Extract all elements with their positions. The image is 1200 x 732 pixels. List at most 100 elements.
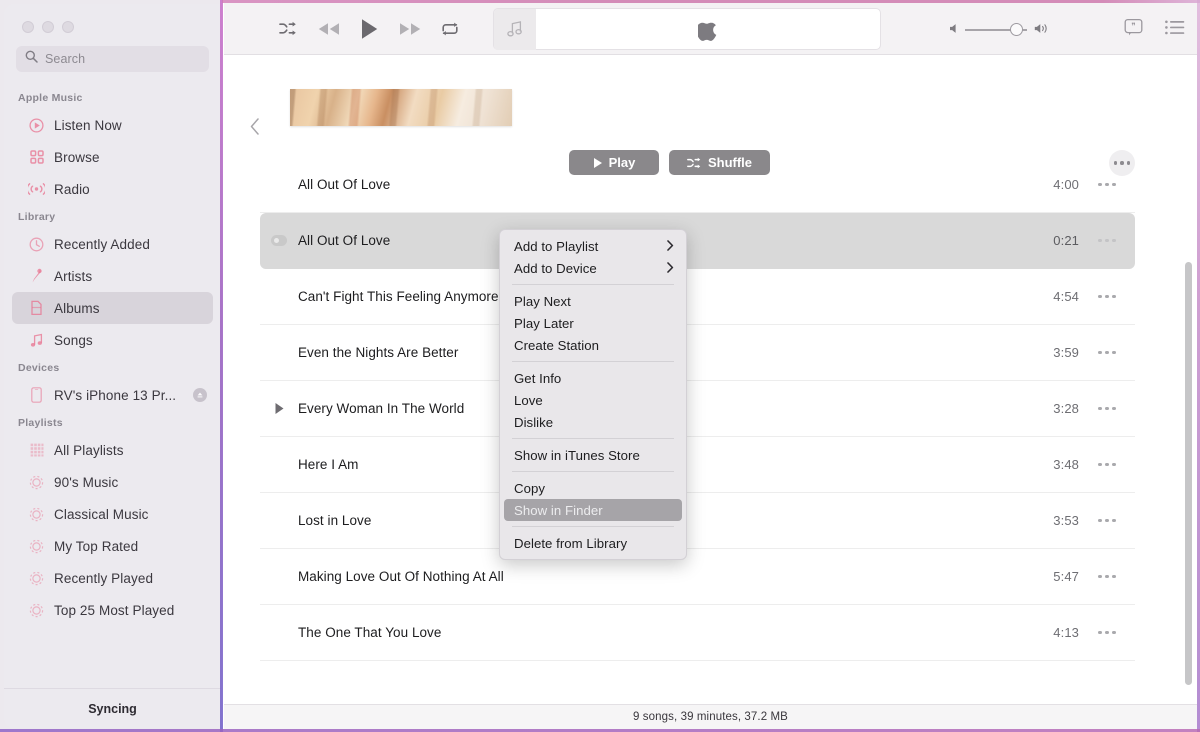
sidebar-item-artists[interactable]: Artists	[12, 260, 213, 292]
microphone-icon	[28, 268, 45, 285]
volume-slider[interactable]	[949, 21, 1049, 39]
menu-item-copy[interactable]: Copy	[500, 477, 686, 499]
menu-item-label: Play Later	[514, 315, 574, 331]
menu-item-love[interactable]: Love	[500, 389, 686, 411]
sidebar-scroll-area: Apple Music Listen Now Browse Radio Library R…	[4, 72, 221, 688]
sidebar-item-label: Classical Music	[54, 506, 149, 522]
sidebar-item-top-25-most-played[interactable]: Top 25 Most Played	[12, 594, 213, 626]
close-button[interactable]	[22, 21, 34, 33]
window-accent-top	[222, 0, 1200, 3]
sidebar-item-recently-played[interactable]: Recently Played	[12, 562, 213, 594]
lyrics-icon[interactable]: ❞	[1124, 18, 1143, 37]
window-accent-left	[220, 0, 223, 732]
menu-item-create-station[interactable]: Create Station	[500, 334, 686, 356]
menu-item-label: Show in iTunes Store	[514, 447, 640, 463]
sidebar-item-label: Listen Now	[54, 117, 122, 133]
menu-item-label: Show in Finder	[514, 502, 603, 518]
volume-knob[interactable]	[1010, 23, 1023, 36]
toolbar-right-icons: ❞	[1124, 18, 1185, 37]
search-input[interactable]: Search	[16, 46, 209, 72]
menu-item-add-to-device[interactable]: Add to Device	[500, 257, 686, 279]
track-more-options-icon[interactable]	[1079, 462, 1135, 467]
sidebar-item-label: Radio	[54, 181, 90, 197]
sidebar-item-radio[interactable]: Radio	[12, 173, 213, 205]
sidebar-item-classical-music[interactable]: Classical Music	[12, 498, 213, 530]
minimize-button[interactable]	[42, 21, 54, 33]
track-more-options-icon[interactable]	[1079, 574, 1135, 579]
track-row[interactable]: All Out Of Love 0:21	[260, 213, 1135, 269]
now-playing-display[interactable]	[493, 8, 881, 50]
menu-item-play-next[interactable]: Play Next	[500, 290, 686, 312]
sidebar-item-recently-added[interactable]: Recently Added	[12, 228, 213, 260]
sidebar-item-songs[interactable]: Songs	[12, 324, 213, 356]
menu-item-show-in-itunes-store[interactable]: Show in iTunes Store	[500, 444, 686, 466]
track-more-options-icon[interactable]	[1079, 630, 1135, 635]
menu-item-play-later[interactable]: Play Later	[500, 312, 686, 334]
play-icon[interactable]	[360, 18, 379, 40]
menu-item-label: Love	[514, 392, 543, 408]
track-row[interactable]: Making Love Out Of Nothing At All 5:47	[260, 549, 1135, 605]
track-row[interactable]: Here I Am 3:48	[260, 437, 1135, 493]
sidebar-item-all-playlists[interactable]: All Playlists	[12, 434, 213, 466]
sidebar: Search Apple Music Listen Now Browse Radio L…	[4, 4, 221, 728]
repeat-icon[interactable]	[441, 21, 459, 37]
sidebar-item-listen-now[interactable]: Listen Now	[12, 109, 213, 141]
vertical-scrollbar[interactable]	[1185, 262, 1192, 685]
menu-item-show-in-finder[interactable]: Show in Finder	[504, 499, 682, 521]
sidebar-item-label: Albums	[54, 300, 100, 316]
menu-item-label: Delete from Library	[514, 535, 628, 551]
eject-icon[interactable]	[193, 388, 207, 402]
track-row[interactable]: All Out Of Love 4:00	[260, 157, 1135, 213]
sidebar-item-my-top-rated[interactable]: My Top Rated	[12, 530, 213, 562]
smart-playlist-icon	[28, 474, 45, 491]
menu-item-add-to-playlist[interactable]: Add to Playlist	[500, 235, 686, 257]
sidebar-item-albums[interactable]: Albums	[12, 292, 213, 324]
menu-separator	[512, 526, 674, 527]
track-row[interactable]: Every Woman In The World 3:28	[260, 381, 1135, 437]
speaker-low-icon	[949, 21, 958, 39]
grid-icon	[28, 149, 45, 166]
track-row[interactable]: Lost in Love 3:53	[260, 493, 1135, 549]
track-name: The One That You Love	[298, 625, 442, 640]
menu-item-label: Play Next	[514, 293, 571, 309]
track-more-options-icon[interactable]	[1079, 406, 1135, 411]
sidebar-item-rv-s-iphone-13-pr[interactable]: RV's iPhone 13 Pr...	[12, 379, 213, 411]
fast-forward-icon[interactable]	[398, 21, 422, 37]
menu-item-dislike[interactable]: Dislike	[500, 411, 686, 433]
shuffle-icon[interactable]	[279, 21, 298, 36]
menu-item-label: Add to Playlist	[514, 238, 599, 254]
album-detail-view: Play Shuffle All Out Of Love 4:00 All Out …	[224, 56, 1197, 704]
track-more-options-icon[interactable]	[1079, 238, 1135, 243]
zoom-button[interactable]	[62, 21, 74, 33]
sidebar-item-label: Recently Played	[54, 570, 154, 586]
status-bar-text: 9 songs, 39 minutes, 37.2 MB	[633, 711, 788, 723]
track-duration: 0:21	[1053, 233, 1079, 248]
sidebar-item-label: All Playlists	[54, 442, 124, 458]
smart-playlist-icon	[28, 570, 45, 587]
track-more-options-icon[interactable]	[1079, 182, 1135, 187]
now-playing-indicator-icon	[260, 402, 298, 415]
sidebar-item-label: Artists	[54, 268, 93, 284]
sidebar-item-90-s-music[interactable]: 90's Music	[12, 466, 213, 498]
chevron-right-icon	[667, 239, 674, 254]
menu-item-get-info[interactable]: Get Info	[500, 367, 686, 389]
chevron-right-icon	[667, 261, 674, 276]
queue-list-icon[interactable]	[1165, 20, 1185, 35]
sidebar-item-browse[interactable]: Browse	[12, 141, 213, 173]
volume-track[interactable]	[965, 23, 1027, 36]
track-row[interactable]: The One That You Love 4:13	[260, 605, 1135, 661]
back-chevron-icon[interactable]	[250, 118, 260, 140]
track-more-options-icon[interactable]	[1079, 294, 1135, 299]
sidebar-item-label: Recently Added	[54, 236, 150, 252]
search-icon	[25, 50, 38, 68]
track-list: All Out Of Love 4:00 All Out Of Love 0:21 Ca…	[224, 157, 1197, 661]
smart-playlist-icon	[28, 506, 45, 523]
track-more-options-icon[interactable]	[1079, 350, 1135, 355]
track-row[interactable]: Even the Nights Are Better 3:59	[260, 325, 1135, 381]
track-row[interactable]: Can't Fight This Feeling Anymore 4:54	[260, 269, 1135, 325]
broadcast-icon	[28, 181, 45, 198]
track-more-options-icon[interactable]	[1079, 518, 1135, 523]
rewind-icon[interactable]	[317, 21, 341, 37]
menu-item-delete-from-library[interactable]: Delete from Library	[500, 532, 686, 554]
playlist-grid-icon	[28, 442, 45, 459]
